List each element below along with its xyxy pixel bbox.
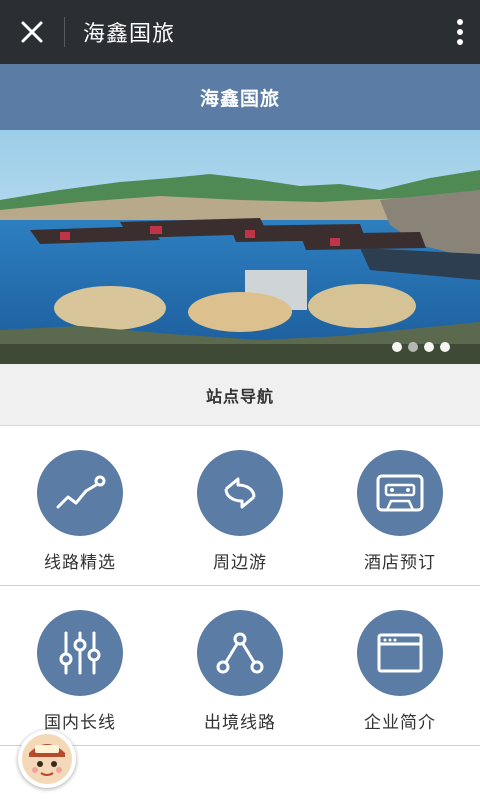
harbor-banner-image xyxy=(0,130,480,364)
nav-grid-row: 国内长线 出境线路 企业简介 xyxy=(0,586,480,746)
image-carousel[interactable] xyxy=(0,130,480,364)
more-menu-button[interactable] xyxy=(440,0,480,64)
nav-item-nearby[interactable]: 周边游 xyxy=(160,426,320,586)
topbar-divider xyxy=(64,17,65,47)
carousel-dot-active[interactable] xyxy=(408,342,418,352)
sliders-icon xyxy=(59,631,101,675)
page-header: 海鑫国旅 xyxy=(0,64,480,130)
nav-grid-row: 线路精选 周边游 酒店预订 xyxy=(0,426,480,586)
nav-icon-circle xyxy=(357,450,443,536)
nav-icon-circle xyxy=(197,610,283,696)
nav-icon-circle xyxy=(37,610,123,696)
site-nav-title: 站点导航 xyxy=(0,364,480,426)
more-vertical-icon xyxy=(457,19,463,45)
close-button[interactable] xyxy=(0,0,64,64)
nav-item-routes[interactable]: 线路精选 xyxy=(0,426,160,586)
cassette-icon xyxy=(376,474,424,512)
trend-line-icon xyxy=(56,475,106,509)
browser-window-icon xyxy=(377,633,423,673)
nav-item-label: 周边游 xyxy=(213,553,267,573)
refresh-arrows-icon xyxy=(224,477,256,509)
nav-item-label: 出境线路 xyxy=(204,713,276,733)
app-top-bar: 海鑫国旅 xyxy=(0,0,480,64)
nav-item-label: 线路精选 xyxy=(44,553,116,573)
window-title: 海鑫国旅 xyxy=(83,22,176,47)
floating-avatar-button[interactable] xyxy=(18,730,76,788)
nav-item-label: 国内长线 xyxy=(44,713,116,733)
carousel-dot[interactable] xyxy=(392,342,402,352)
route-nodes-icon xyxy=(216,632,264,674)
nav-item-hotel[interactable]: 酒店预订 xyxy=(320,426,480,586)
carousel-dot[interactable] xyxy=(440,342,450,352)
nav-icon-circle xyxy=(197,450,283,536)
nav-item-domestic[interactable]: 国内长线 xyxy=(0,586,160,746)
nav-item-about[interactable]: 企业简介 xyxy=(320,586,480,746)
carousel-dot[interactable] xyxy=(424,342,434,352)
carousel-indicators xyxy=(392,342,450,352)
mascot-avatar-icon xyxy=(22,734,72,784)
nav-item-label: 企业简介 xyxy=(364,713,436,733)
close-icon xyxy=(21,21,43,43)
nav-icon-circle xyxy=(357,610,443,696)
nav-item-outbound[interactable]: 出境线路 xyxy=(160,586,320,746)
nav-item-label: 酒店预订 xyxy=(364,553,436,573)
nav-icon-circle xyxy=(37,450,123,536)
